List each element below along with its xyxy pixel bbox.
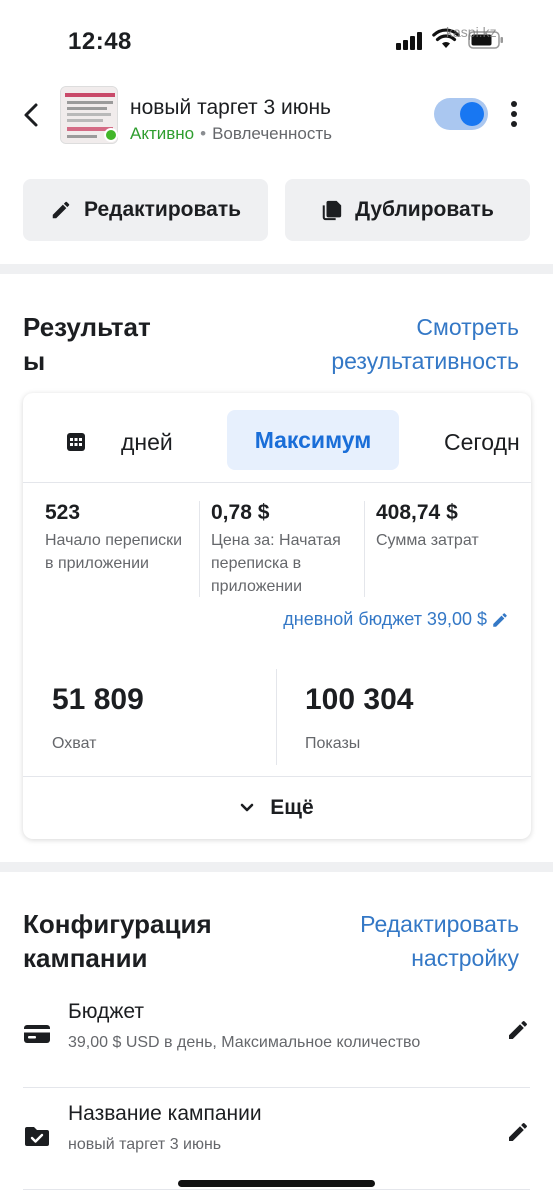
daily-budget-label: дневной бюджет 39,00 $ (283, 609, 487, 629)
reach-label: Охват (52, 735, 97, 752)
pencil-icon[interactable] (506, 1018, 530, 1042)
ad-active-toggle[interactable] (434, 98, 488, 130)
metric-impressions: 100 304 Показы (305, 683, 413, 753)
section-divider (0, 264, 553, 274)
back-arrow-icon[interactable] (18, 100, 44, 130)
metric-value: 0,78 $ (211, 501, 270, 524)
date-range-tabs: дней Максимум Сегодн (23, 393, 531, 483)
objective-label: Вовлеченность (212, 124, 333, 143)
daily-budget-link[interactable]: дневной бюджет 39,00 $ (283, 609, 509, 630)
status-time: 12:48 (68, 28, 132, 55)
toggle-knob (460, 102, 484, 126)
section-divider (0, 862, 553, 872)
status-label: Активно (130, 124, 195, 143)
pencil-icon (52, 201, 70, 219)
row-subtitle: 39,00 $ USD в день, Максимальное количес… (68, 1034, 421, 1051)
chevron-down-icon (240, 803, 254, 812)
duplicate-button-label: Дублировать (355, 198, 494, 221)
metric-separator (364, 501, 365, 597)
reach-value: 51 809 (52, 683, 144, 716)
row-divider (23, 1087, 530, 1088)
config-title-line1: Конфигурация (23, 909, 212, 939)
more-options-icon[interactable] (508, 98, 520, 130)
metric-label: Сумма затрат (376, 532, 479, 549)
watermark: kaspi.kz (446, 24, 497, 40)
view-performance-link[interactable]: Смотреть результативность (331, 310, 519, 378)
copy-icon (322, 200, 342, 221)
edit-settings-line2: настройку (411, 945, 519, 971)
config-title-line2: кампании (23, 943, 148, 973)
results-card: дней Максимум Сегодн 523 Начало переписк… (23, 393, 531, 839)
metric-cost-per-result: 0,78 $ Цена за: Начатая переписка в прил… (211, 501, 361, 598)
credit-card-icon (24, 1025, 50, 1043)
row-divider (23, 1189, 530, 1190)
show-more-label: Ещё (270, 796, 314, 819)
show-more-button[interactable]: Ещё (23, 776, 531, 839)
metric-amount-spent: 408,74 $ Сумма затрат (376, 501, 526, 552)
edit-button[interactable]: Редактировать (23, 179, 268, 241)
ad-header: новый таргет 3 июнь Активно • Вовлеченност… (0, 80, 553, 170)
tab-maximum[interactable]: Максимум (227, 410, 399, 470)
calendar-grid-icon[interactable] (65, 431, 87, 453)
metric-reach: 51 809 Охват (52, 683, 144, 753)
tab-today[interactable]: Сегодн (444, 429, 520, 456)
edit-settings-line1: Редактировать (360, 911, 519, 937)
row-title: Название кампании (68, 1102, 262, 1125)
ad-subtitle: Активно • Вовлеченность (130, 124, 332, 144)
metric-conversations: 523 Начало переписки в приложении (45, 501, 195, 575)
separator-dot: • (200, 124, 207, 143)
config-row-budget[interactable]: Бюджет 39,00 $ USD в день, Максимальное … (23, 988, 530, 1088)
cellular-signal-icon (396, 32, 422, 50)
metric-label: Начало переписки в приложении (45, 532, 183, 572)
row-title: Бюджет (68, 1000, 144, 1023)
results-title: Результат ы (23, 310, 151, 378)
folder-check-icon (25, 1127, 49, 1146)
config-row-campaign-name[interactable]: Название кампании новый таргет 3 июнь (23, 1090, 530, 1190)
duplicate-button[interactable]: Дублировать (285, 179, 530, 241)
impressions-label: Показы (305, 735, 361, 752)
row-subtitle: новый таргет 3 июнь (68, 1136, 222, 1153)
edit-button-label: Редактировать (83, 198, 242, 221)
tab-days[interactable]: дней (121, 429, 173, 456)
view-performance-line2: результативность (331, 348, 519, 374)
status-bar: 12:48 kaspi.kz (0, 0, 553, 80)
pencil-icon (493, 612, 507, 627)
campaign-config-title: Конфигурация кампании (23, 907, 212, 975)
pencil-icon[interactable] (506, 1120, 530, 1144)
active-status-dot (104, 128, 118, 142)
impressions-value: 100 304 (305, 683, 414, 716)
metric-label: Цена за: Начатая переписка в приложении (211, 532, 341, 595)
results-title-line2: ы (23, 346, 46, 376)
metric-separator (276, 669, 277, 765)
home-indicator[interactable] (178, 1180, 375, 1187)
view-performance-line1: Смотреть (416, 314, 519, 340)
results-title-line1: Результат (23, 312, 151, 342)
metric-value: 523 (45, 501, 81, 524)
metric-separator (199, 501, 200, 597)
ad-title: новый таргет 3 июнь (130, 96, 331, 119)
edit-settings-link[interactable]: Редактировать настройку (360, 907, 519, 975)
metric-value: 408,74 $ (376, 501, 458, 524)
